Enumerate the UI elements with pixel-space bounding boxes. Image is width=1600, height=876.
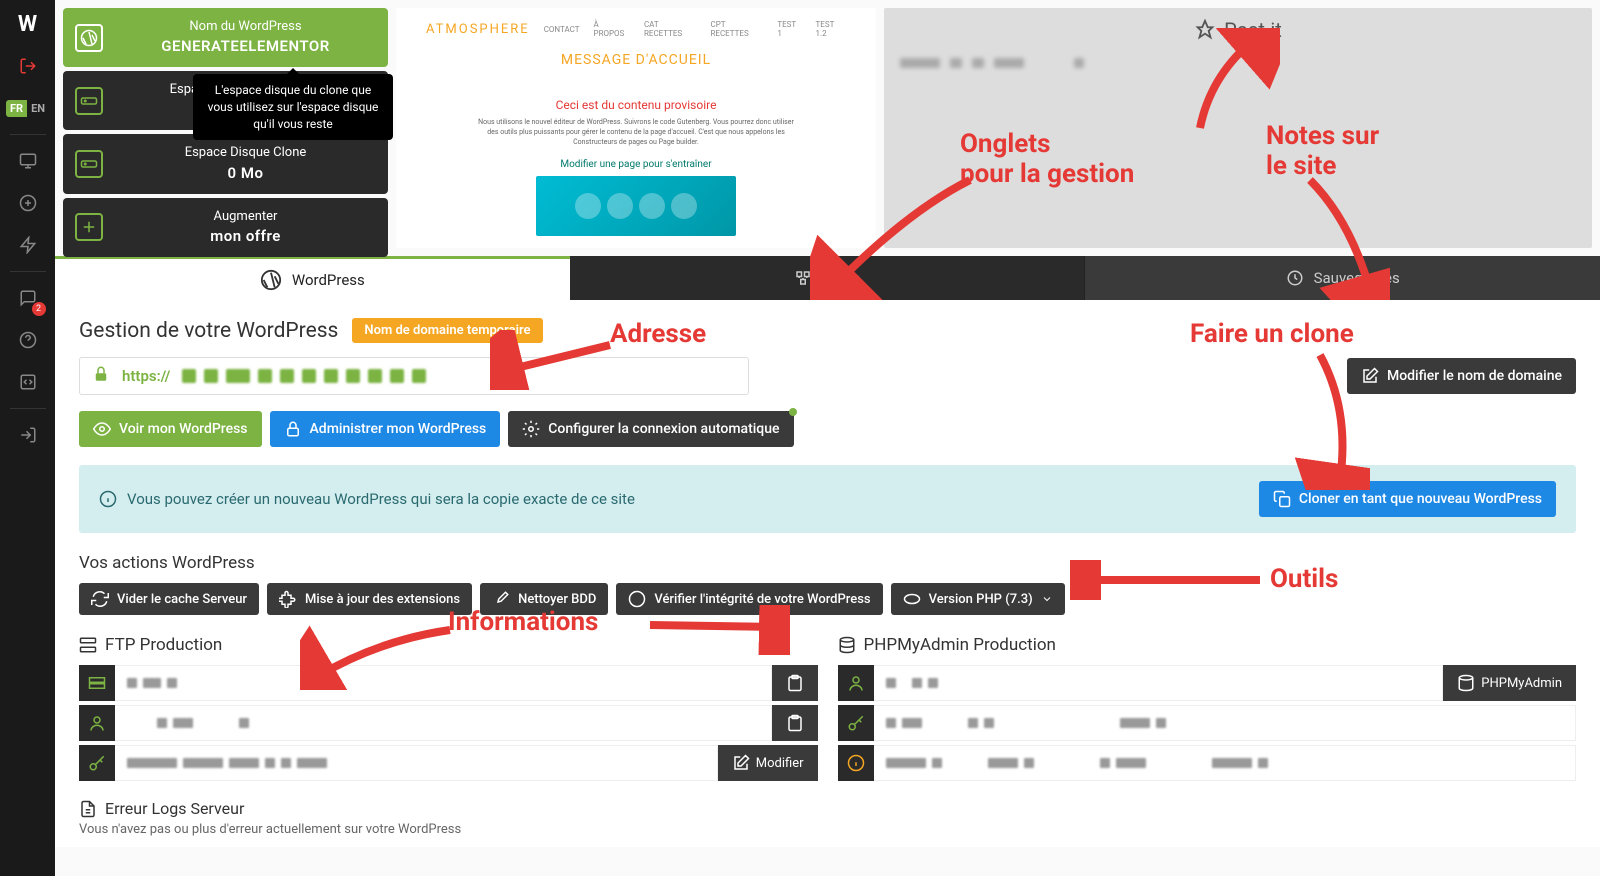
phpmyadmin-button[interactable]: PHPMyAdmin	[1443, 665, 1576, 701]
brush-icon	[492, 590, 510, 608]
logo[interactable]: W	[4, 4, 52, 44]
pma-user-row: PHPMyAdmin	[838, 665, 1577, 701]
chat-icon[interactable]: 2	[4, 278, 52, 318]
code-icon[interactable]	[4, 362, 52, 402]
error-logs-heading: Erreur Logs Serveur	[105, 799, 244, 818]
tab-wordpress[interactable]: WordPress	[55, 256, 570, 300]
clone-wp-button[interactable]: Cloner en tant que nouveau WordPress	[1259, 481, 1556, 517]
ftp-host-row	[79, 665, 818, 701]
info-icon	[99, 490, 117, 508]
edit-icon	[732, 754, 750, 772]
clear-cache-button[interactable]: Vider le cache Serveur	[79, 583, 259, 615]
wordpress-icon	[628, 590, 646, 608]
tab-backups[interactable]: Sauvegardes	[1084, 256, 1600, 300]
php-icon	[903, 590, 921, 608]
chevron-down-icon	[1041, 590, 1053, 608]
ftp-heading: FTP Production	[105, 635, 222, 655]
server-icon	[79, 636, 97, 654]
tabs: WordPress Clone Sauvegardes	[55, 256, 1600, 300]
wordpress-icon	[75, 24, 103, 52]
logout-icon[interactable]	[4, 46, 52, 86]
actions-heading: Vos actions WordPress	[79, 553, 1576, 573]
add-icon[interactable]	[4, 183, 52, 223]
file-icon	[79, 800, 97, 818]
key-icon	[79, 745, 115, 781]
info-icon	[838, 745, 874, 781]
config-auto-button[interactable]: Configurer la connexion automatique	[508, 411, 793, 447]
wordpress-icon	[260, 269, 282, 291]
gear-icon	[522, 420, 540, 438]
exit-icon[interactable]	[4, 415, 52, 455]
language-switch[interactable]: FREN	[4, 88, 52, 128]
copy-icon	[1273, 490, 1291, 508]
eye-icon	[93, 420, 111, 438]
clone-icon	[794, 269, 812, 287]
sidebar: W FREN 2	[0, 0, 55, 876]
php-version-button[interactable]: Version PHP (7.3)	[891, 583, 1065, 615]
monitor-icon[interactable]	[4, 141, 52, 181]
pma-info-row	[838, 745, 1577, 781]
view-wp-button[interactable]: Voir mon WordPress	[79, 411, 262, 447]
disk-icon	[75, 150, 103, 178]
upgrade-card[interactable]: Augmentermon offre	[63, 198, 388, 257]
ftp-pass-row: Modifier	[79, 745, 818, 781]
pma-heading: PHPMyAdmin Production	[864, 635, 1056, 655]
refresh-icon	[91, 590, 109, 608]
bolt-icon[interactable]	[4, 225, 52, 265]
disk-icon	[75, 87, 103, 115]
url-display: https://	[79, 357, 749, 395]
tab-clone[interactable]: Clone	[570, 256, 1085, 300]
temp-domain-chip: Nom de domaine temporaire	[352, 318, 542, 343]
database-icon	[1457, 674, 1475, 692]
help-icon[interactable]	[4, 320, 52, 360]
verify-wp-button[interactable]: Vérifier l'intégrité de votre WordPress	[616, 583, 882, 615]
modify-button[interactable]: Modifier	[718, 745, 818, 781]
postit-panel[interactable]: Post-it	[884, 8, 1592, 248]
disk-clone-card: Espace Disque Clone0 Mo	[63, 134, 388, 193]
clone-info-bar: Vous pouvez créer un nouveau WordPress q…	[79, 465, 1576, 533]
postit-title: Post-it	[1224, 18, 1282, 42]
user-icon	[838, 665, 874, 701]
panel-title: Gestion de votre WordPress	[79, 319, 338, 343]
lock-icon	[284, 420, 302, 438]
admin-wp-button[interactable]: Administrer mon WordPress	[270, 411, 501, 447]
key-icon	[838, 705, 874, 741]
clipboard-icon	[786, 674, 804, 692]
backup-icon	[1286, 269, 1304, 287]
tooltip: L'espace disque du clone que vous utilis…	[193, 74, 393, 140]
pin-icon	[1194, 19, 1216, 41]
update-ext-button[interactable]: Mise à jour des extensions	[267, 583, 472, 615]
clipboard-icon	[786, 714, 804, 732]
lock-icon	[92, 365, 110, 387]
clean-db-button[interactable]: Nettoyer BDD	[480, 583, 608, 615]
puzzle-icon	[279, 590, 297, 608]
user-icon	[79, 705, 115, 741]
wp-name-card: Nom du WordPressGENERATEELEMENTOR	[63, 8, 388, 67]
status-dot	[789, 408, 797, 416]
server-icon	[79, 665, 115, 701]
error-logs-text: Vous n'avez pas ou plus d'erreur actuell…	[79, 822, 1576, 837]
copy-button[interactable]	[772, 705, 818, 741]
edit-icon	[1361, 367, 1379, 385]
ftp-user-row	[79, 705, 818, 741]
plus-icon	[75, 213, 103, 241]
site-preview: ATMOSPHERE CONTACT À PROPOS CAT RECETTES…	[396, 8, 876, 248]
modify-domain-button[interactable]: Modifier le nom de domaine	[1347, 358, 1576, 394]
database-icon	[838, 636, 856, 654]
pma-pass-row	[838, 705, 1577, 741]
copy-button[interactable]	[772, 665, 818, 701]
